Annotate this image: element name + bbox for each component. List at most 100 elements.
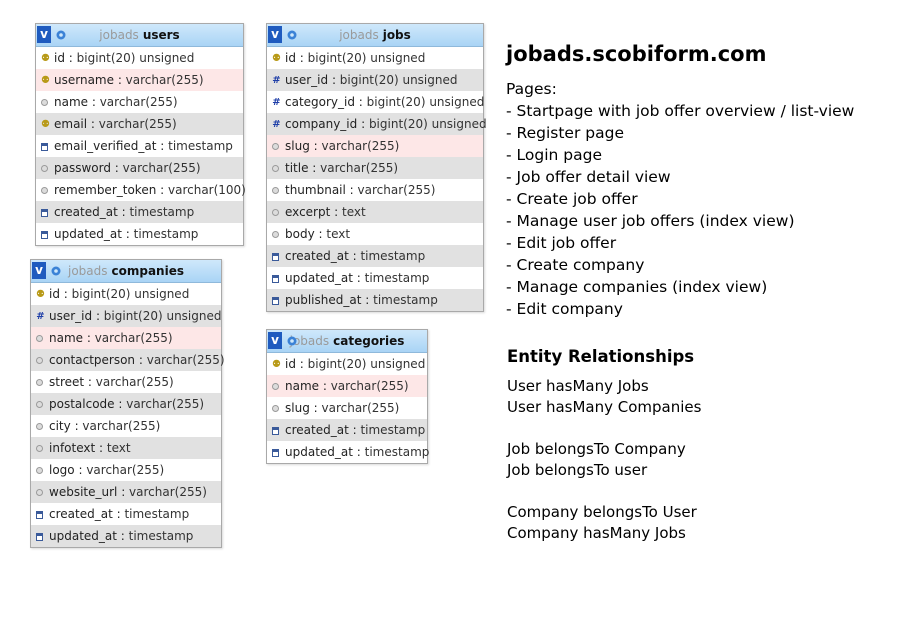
column-name: user_id <box>285 73 329 87</box>
column-name: excerpt <box>285 205 331 219</box>
calendar-icon <box>272 252 279 261</box>
table-row[interactable]: slug : varchar(255) <box>267 397 427 419</box>
relationship-item: User hasMany Companies <box>507 398 702 416</box>
column-type: timestamp <box>129 205 195 219</box>
table-row[interactable]: created_at : timestamp <box>36 201 243 223</box>
table-row[interactable]: # category_id : bigint(20) unsigned <box>267 91 484 113</box>
column-name: name <box>49 331 84 345</box>
table-header: v jobads companies <box>31 260 221 283</box>
column-separator: : <box>348 249 361 263</box>
v-icon[interactable]: v <box>37 26 51 43</box>
column-name: remember_token <box>54 183 157 197</box>
table-name: jobs <box>382 28 411 42</box>
column-separator: : <box>95 441 107 455</box>
column-type: varchar(255) <box>146 353 225 367</box>
table-row[interactable]: website_url : varchar(255) <box>31 481 221 503</box>
table-row[interactable]: ⚉ id : bigint(20) unsigned <box>267 353 427 375</box>
table-row[interactable]: published_at : timestamp <box>267 289 483 311</box>
column-separator: : <box>156 139 169 153</box>
key-icon: ⚉ <box>41 118 50 130</box>
table-row[interactable]: infotext : text <box>31 437 221 459</box>
index-icon: # <box>272 96 281 108</box>
table-row[interactable]: created_at : timestamp <box>267 245 483 267</box>
table-row[interactable]: city : varchar(255) <box>31 415 221 437</box>
column-type: varchar(255) <box>357 183 436 197</box>
relationship-item <box>507 418 701 439</box>
column-type: varchar(255) <box>321 401 400 415</box>
table-row[interactable]: created_at : timestamp <box>267 419 427 441</box>
table-row[interactable]: thumbnail : varchar(255) <box>267 179 483 201</box>
table-row[interactable]: # user_id : bigint(20) unsigned <box>31 305 221 327</box>
gear-icon[interactable] <box>286 29 298 41</box>
table-row[interactable]: # user_id : bigint(20) unsigned <box>267 69 483 91</box>
table-row[interactable]: contactperson : varchar(255) <box>31 349 225 371</box>
column-icon <box>36 445 43 452</box>
table-row[interactable]: updated_at : timestamp <box>267 267 483 289</box>
key-icon: ⚉ <box>41 74 50 86</box>
column-separator: : <box>295 357 308 371</box>
table-row[interactable]: ⚉ id : bigint(20) unsigned <box>267 47 483 69</box>
page-item: - Edit job offer <box>506 234 617 252</box>
table-row[interactable]: updated_at : timestamp <box>267 441 429 463</box>
column-separator: : <box>330 205 342 219</box>
column-separator: : <box>116 529 129 543</box>
column-list: ⚉ id : bigint(20) unsigned ⚉ username : var… <box>36 47 246 245</box>
table-row[interactable]: created_at : timestamp <box>31 503 221 525</box>
table-row[interactable]: ⚉ id : bigint(20) unsigned <box>36 47 243 69</box>
table-row[interactable]: excerpt : text <box>267 201 483 223</box>
gear-icon[interactable] <box>286 335 298 347</box>
v-icon[interactable]: v <box>268 332 282 349</box>
table-row[interactable]: body : text <box>267 223 483 245</box>
v-icon[interactable]: v <box>32 262 46 279</box>
column-name: username <box>54 73 114 87</box>
table-row[interactable]: logo : varchar(255) <box>31 459 221 481</box>
site-title: jobads.scobiform.com <box>506 42 767 66</box>
column-type: timestamp <box>364 271 430 285</box>
column-name: contactperson <box>49 353 136 367</box>
column-icon <box>36 401 43 408</box>
table-row[interactable]: ⚉ email : varchar(255) <box>36 113 243 135</box>
table-row[interactable]: updated_at : timestamp <box>36 223 243 245</box>
column-name: name <box>285 379 320 393</box>
table-row[interactable]: street : varchar(255) <box>31 371 221 393</box>
table-row[interactable]: password : varchar(255) <box>36 157 243 179</box>
page-item: - Startpage with job offer overview / li… <box>506 102 855 120</box>
table-row[interactable]: email_verified_at : timestamp <box>36 135 243 157</box>
table-row[interactable]: # company_id : bigint(20) unsigned <box>267 113 487 135</box>
column-type: timestamp <box>360 249 426 263</box>
table-row[interactable]: updated_at : timestamp <box>31 525 221 547</box>
relationships-list: User hasMany Jobs User hasMany Companies J… <box>507 376 701 544</box>
column-name: company_id <box>285 117 358 131</box>
column-separator: : <box>83 331 95 345</box>
gear-icon[interactable] <box>55 29 67 41</box>
column-separator: : <box>121 227 134 241</box>
table-row[interactable]: name : varchar(255) <box>31 327 221 349</box>
table-row[interactable]: ⚉ username : varchar(255) <box>36 69 243 91</box>
column-separator: : <box>295 51 308 65</box>
key-icon: ⚉ <box>41 52 50 64</box>
v-icon[interactable]: v <box>268 26 282 43</box>
column-separator: : <box>354 95 367 109</box>
table-row[interactable]: title : varchar(255) <box>267 157 483 179</box>
column-type: timestamp <box>128 529 194 543</box>
table-row[interactable]: slug : varchar(255) <box>267 135 483 157</box>
table-row[interactable]: ⚉ id : bigint(20) unsigned <box>31 283 221 305</box>
pages-list: Pages: - Startpage with job offer overvi… <box>506 78 854 320</box>
column-name: published_at <box>285 293 362 307</box>
table-row[interactable]: name : varchar(255) <box>267 375 427 397</box>
column-separator: : <box>328 73 340 87</box>
table-categories: v jobads categories ⚉ id : bigint(20) unsi… <box>266 329 429 464</box>
column-name: infotext <box>49 441 96 455</box>
table-row[interactable]: name : varchar(255) <box>36 91 243 113</box>
table-row[interactable]: postalcode : varchar(255) <box>31 393 221 415</box>
table-row[interactable]: remember_token : varchar(100) <box>36 179 246 201</box>
column-separator: : <box>348 423 361 437</box>
column-name: created_at <box>285 249 349 263</box>
column-separator: : <box>357 117 369 131</box>
gear-icon[interactable] <box>50 265 62 277</box>
column-type: varchar(100) <box>167 183 246 197</box>
column-separator: : <box>114 73 126 87</box>
table-companies: v jobads companies ⚉ id : bigint(20) unsig… <box>30 259 225 548</box>
column-separator: : <box>117 485 130 499</box>
relationships-heading: Entity Relationships <box>507 347 695 366</box>
